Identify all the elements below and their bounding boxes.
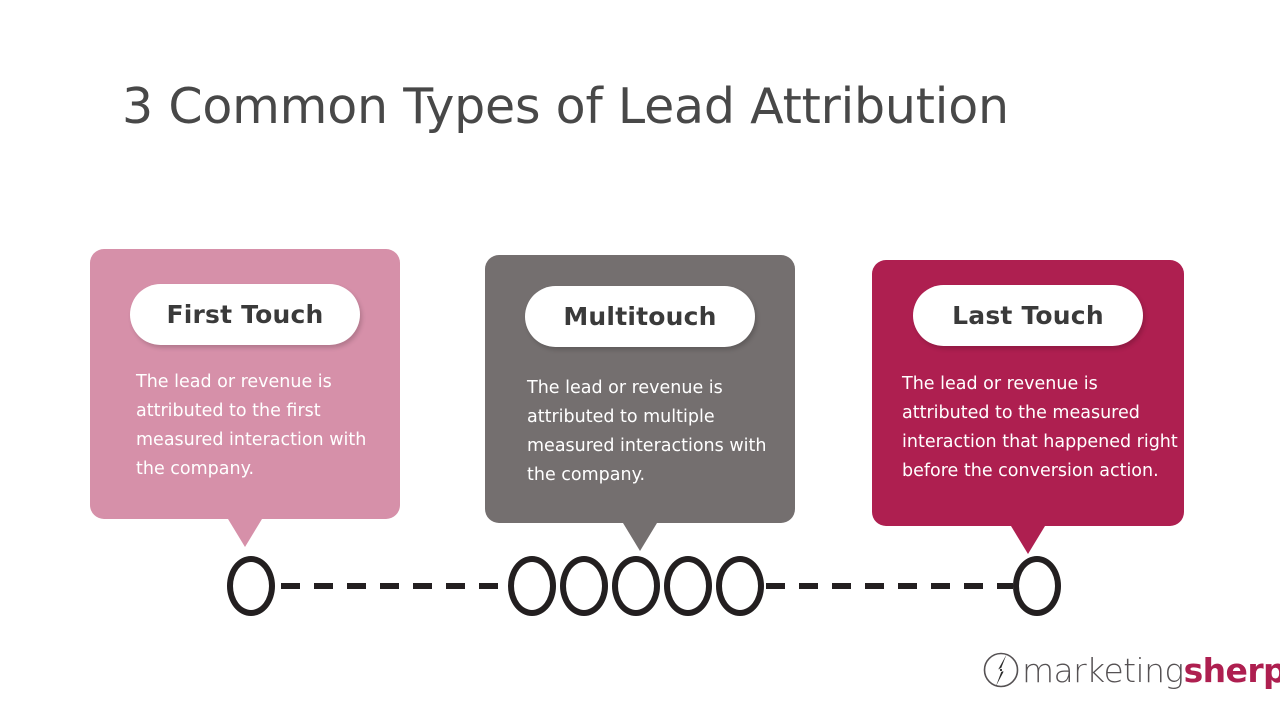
compass-needle-icon xyxy=(983,652,1019,688)
card-last-touch-description: The lead or revenue is attributed to the… xyxy=(902,374,1178,481)
card-first-touch-title: First Touch xyxy=(166,300,324,329)
card-multitouch-description: The lead or revenue is attributed to mul… xyxy=(527,378,767,485)
timeline-node-multitouch-2 xyxy=(560,556,608,616)
card-first-touch-pill: First Touch xyxy=(130,284,360,345)
timeline-connector-right xyxy=(766,583,1013,589)
card-multitouch-pointer xyxy=(623,523,657,551)
logo-text-sherpa: sherpa xyxy=(1183,650,1280,690)
timeline-node-multitouch-5 xyxy=(716,556,764,616)
attribution-timeline xyxy=(0,556,1280,620)
card-multitouch-pill: Multitouch xyxy=(525,286,755,347)
card-first-touch-description: The lead or revenue is attributed to the… xyxy=(136,372,367,479)
marketingsherpa-logo: marketing sherpa xyxy=(981,648,1280,692)
page-title: 3 Common Types of Lead Attribution xyxy=(122,78,1009,135)
card-last-touch: Last Touch The lead or revenue is attrib… xyxy=(872,260,1184,554)
card-multitouch-title: Multitouch xyxy=(563,302,717,331)
slide-canvas: 3 Common Types of Lead Attribution First… xyxy=(0,0,1280,720)
timeline-connector-left xyxy=(281,583,508,589)
card-last-touch-pill: Last Touch xyxy=(913,285,1143,346)
timeline-node-last-touch xyxy=(1013,556,1061,616)
logo-text-marketing: marketing xyxy=(1022,650,1184,690)
timeline-node-multitouch-3 xyxy=(612,556,660,616)
card-last-touch-title: Last Touch xyxy=(952,301,1104,330)
card-last-touch-pointer xyxy=(1011,526,1045,554)
timeline-node-first-touch xyxy=(227,556,275,616)
timeline-node-multitouch-1 xyxy=(508,556,556,616)
card-first-touch-pointer xyxy=(228,519,262,547)
card-multitouch: Multitouch The lead or revenue is attrib… xyxy=(485,255,795,551)
card-first-touch: First Touch The lead or revenue is attri… xyxy=(90,249,400,547)
timeline-node-multitouch-4 xyxy=(664,556,712,616)
